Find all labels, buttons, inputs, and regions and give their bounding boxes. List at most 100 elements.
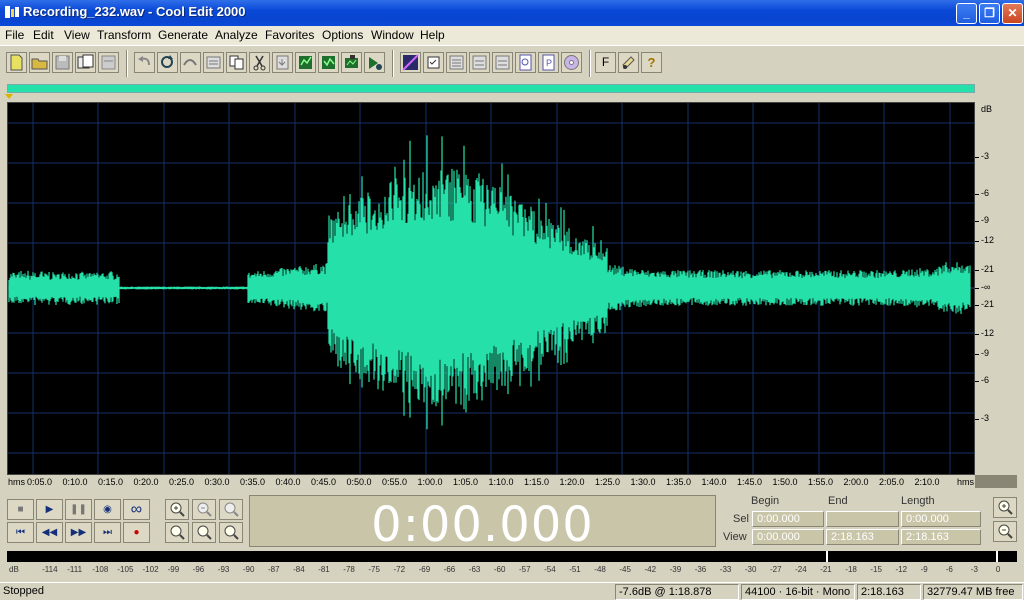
view-row-label: View [723,531,747,543]
edit-wave-icon[interactable] [203,52,224,73]
help-icon[interactable]: ? [641,52,662,73]
zoom-in-icon[interactable] [165,499,189,520]
db-scale: dB -3 -6 -9 -12 -21 -∞ -21 -12 -9 -6 -3 [975,102,1017,475]
level-scale-label: -99 [167,565,180,574]
cd-player-icon[interactable] [561,52,582,73]
copy-icon[interactable] [226,52,247,73]
favorites-f-button[interactable]: F [595,52,616,73]
paste-icon[interactable] [272,52,293,73]
db-scale-label: -6 [981,375,990,385]
cut-icon[interactable] [249,52,270,73]
zoom-controls [163,495,247,545]
zoom-left-icon[interactable] [192,522,216,543]
restore-button[interactable]: ❐ [979,3,1000,24]
level-scale-label: -111 [67,565,83,574]
mix-paste-icon[interactable] [318,52,339,73]
time-ruler[interactable]: hms hms 0:05.0 0:10.0 0:15.0 0:20.0 0:25.0 0:… [7,475,975,488]
wave-display-icon[interactable] [469,52,490,73]
menu-help[interactable]: Help [420,28,445,42]
level-scale-label: -60 [493,565,506,574]
db-scale-label: -12 [981,328,995,338]
time-ruler-label: 0:15.0 [98,477,124,487]
repeat-icon[interactable] [157,52,178,73]
level-scale-label: -39 [669,565,682,574]
save-as-icon[interactable] [75,52,96,73]
vertical-zoom-out-icon[interactable] [993,521,1017,542]
rewind-button[interactable]: ◀◀ [36,522,63,543]
level-scale-label: -15 [870,565,882,574]
menu-analyze[interactable]: Analyze [215,28,258,42]
time-ruler-label: 1:40.0 [701,477,727,487]
close-button[interactable]: ✕ [1002,3,1023,24]
go-to-start-button[interactable]: ⏮ [7,522,34,543]
paste-new-icon[interactable] [295,52,316,73]
undo-icon[interactable] [134,52,155,73]
spectral-view-icon[interactable] [400,52,421,73]
db-scale-tick [975,241,979,242]
sel-length-field[interactable]: 0:00.000 [901,511,981,527]
cue-list-icon[interactable] [423,52,444,73]
level-scale-label: dB [9,565,19,574]
level-scale-label: -90 [242,565,255,574]
new-file-icon[interactable] [6,52,27,73]
time-ruler-label: 1:55.0 [808,477,834,487]
time-ruler-label: 2:05.0 [879,477,905,487]
play-icon[interactable] [364,52,385,73]
menu-file[interactable]: File [5,28,24,42]
level-scale-label: -21 [820,565,832,574]
status-bar: Stopped -7.6dB @ 1:18.878 44100 · 16-bit… [0,582,1024,600]
vertical-zoom-in-icon[interactable] [993,497,1017,518]
menu-view[interactable]: View [64,28,90,42]
settings-icon[interactable] [618,52,639,73]
menu-window[interactable]: Window [371,28,414,42]
zoom-selection-icon[interactable] [165,522,189,543]
menu-generate[interactable]: Generate [158,28,208,42]
save-icon[interactable] [52,52,73,73]
open-file-icon[interactable] [29,52,50,73]
pause-button[interactable]: ❚❚ [65,499,92,520]
menu-options[interactable]: Options [322,28,363,42]
fast-forward-button[interactable]: ▶▶ [65,522,92,543]
title-bar: Recording_232.wav - Cool Edit 2000 _ ❐ ✕ [0,0,1024,26]
cool-edit-app-icon[interactable] [4,4,20,20]
level-scale-label: -36 [694,565,707,574]
zoom-out-icon[interactable] [192,499,216,520]
time-ruler-label: 0:40.0 [275,477,301,487]
menu-edit[interactable]: Edit [33,28,54,42]
view-length-field[interactable]: 2:18.163 [901,529,981,545]
level-scale-label: -81 [318,565,330,574]
minimize-button[interactable]: _ [956,3,977,24]
time-ruler-label: 1:30.0 [630,477,656,487]
level-scale-label: -57 [519,565,531,574]
waveform-display[interactable] [7,102,975,475]
trim-icon[interactable] [341,52,362,73]
menu-favorites[interactable]: Favorites [265,28,314,42]
record-button[interactable]: ● [123,522,150,543]
play-to-end-button[interactable]: ◉ [94,499,121,520]
properties-icon[interactable]: P [538,52,559,73]
level-scale-label: -54 [544,565,556,574]
playhead-marker[interactable] [5,94,13,99]
sample-format[interactable]: 44100 · 16-bit · Mono [741,584,855,600]
play-button[interactable]: ▶ [36,499,63,520]
db-unit-label: dB [981,104,993,114]
go-to-end-button[interactable]: ⏭ [94,522,121,543]
sel-begin-field[interactable]: 0:00.000 [752,511,824,527]
loop-icon[interactable] [180,52,201,73]
preview-icon[interactable] [492,52,513,73]
sel-end-field[interactable] [826,511,899,527]
time-ruler-label: 0:20.0 [133,477,159,487]
waveform-overview-bar[interactable] [7,84,975,93]
menu-transform[interactable]: Transform [97,28,151,42]
level-scale-label: -12 [895,565,908,574]
view-begin-field[interactable]: 0:00.000 [752,529,824,545]
view-end-field[interactable]: 2:18.163 [826,529,899,545]
zoom-right-icon[interactable] [219,522,243,543]
loop-button[interactable]: ∞ [123,499,150,520]
close-file-icon[interactable] [98,52,119,73]
waveform-icon[interactable] [446,52,467,73]
scripts-icon[interactable] [515,52,536,73]
zoom-full-icon[interactable] [219,499,243,520]
stop-button[interactable]: ■ [7,499,34,520]
time-ruler-label: 1:50.0 [772,477,798,487]
